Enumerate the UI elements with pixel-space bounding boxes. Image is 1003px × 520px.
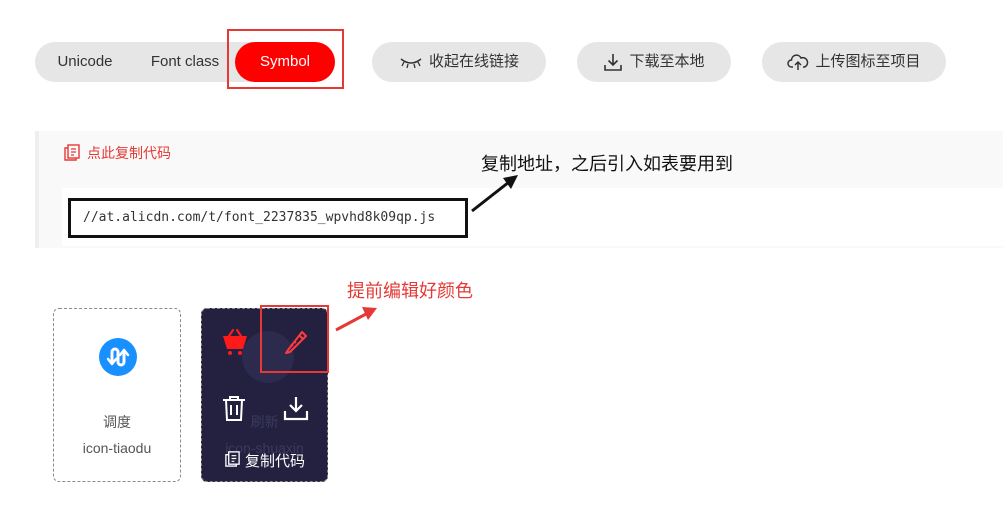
icon-card-tiaodu[interactable]: 调度 icon-tiaodu xyxy=(53,308,181,482)
edit-icon-highlight xyxy=(260,305,329,373)
tab-unicode[interactable]: Unicode xyxy=(35,42,135,82)
download-icon xyxy=(603,52,623,72)
symbol-tab-highlight xyxy=(227,29,344,89)
copy-icon xyxy=(63,143,81,164)
upload-to-project-button[interactable]: 上传图标至项目 xyxy=(762,42,946,82)
collapse-label: 收起在线链接 xyxy=(428,53,519,70)
tab-font-class[interactable]: Font class xyxy=(135,42,235,82)
red-arrow xyxy=(335,307,377,332)
icon-class: icon-tiaodu xyxy=(82,440,152,456)
copy-code-button[interactable]: 复制代码 xyxy=(202,449,327,471)
delete-icon[interactable] xyxy=(221,394,247,427)
upload-label: 上传图标至项目 xyxy=(815,53,921,70)
icon-name: 调度 xyxy=(103,414,131,430)
download-icon[interactable] xyxy=(282,394,310,427)
copy-code-label: 点此复制代码 xyxy=(87,145,171,161)
eye-closed-icon xyxy=(399,55,423,69)
download-label: 下载至本地 xyxy=(629,53,705,70)
copy-code-link[interactable]: 点此复制代码 xyxy=(63,143,171,163)
url-annotation: 复制地址，之后引入如表要用到 xyxy=(481,154,733,174)
copy-code-label: 复制代码 xyxy=(244,452,305,470)
cloud-upload-icon xyxy=(787,52,809,72)
collapse-online-link-button[interactable]: 收起在线链接 xyxy=(372,42,546,82)
symbol-url[interactable]: //at.alicdn.com/t/font_2237835_wpvhd8k09… xyxy=(68,198,468,238)
tiaodu-icon xyxy=(98,337,138,382)
download-local-button[interactable]: 下载至本地 xyxy=(577,42,731,82)
cart-icon[interactable] xyxy=(220,327,250,362)
edit-annotation: 提前编辑好颜色 xyxy=(347,281,473,301)
copy-icon xyxy=(224,450,241,471)
